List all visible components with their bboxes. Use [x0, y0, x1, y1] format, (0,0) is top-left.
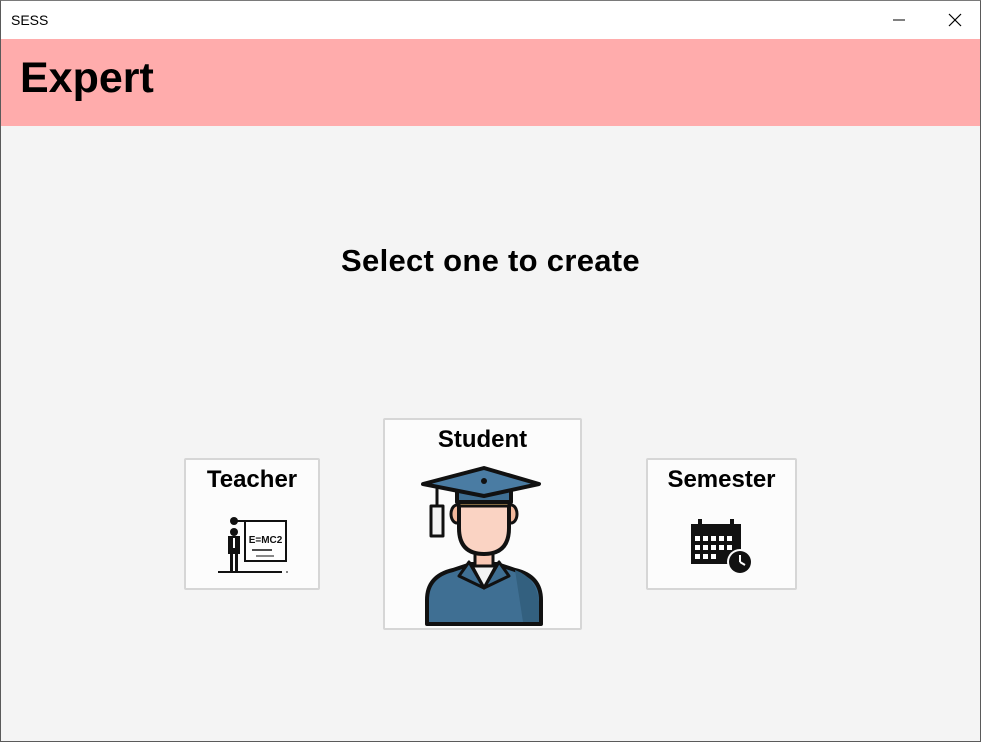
- window-title: SESS: [11, 12, 49, 28]
- close-icon: [948, 13, 962, 27]
- calendar-clock-icon: [691, 519, 753, 575]
- semester-option-button[interactable]: Semester: [646, 458, 797, 590]
- student-option-button[interactable]: Student: [383, 418, 582, 630]
- blackboard-equation: E=MC2: [249, 535, 283, 546]
- student-option-label: Student: [437, 426, 528, 453]
- teacher-blackboard-icon: E=MC2: [218, 517, 288, 573]
- teacher-option-label: Teacher: [206, 466, 298, 493]
- teacher-option-button[interactable]: Teacher E=MC2: [184, 458, 320, 590]
- close-button[interactable]: [932, 1, 978, 39]
- title-bar[interactable]: SESS: [1, 1, 980, 39]
- app-window: SESS Expert Select one to create Teacher…: [0, 0, 981, 742]
- graduate-student-icon: [421, 466, 543, 626]
- minimize-button[interactable]: [876, 1, 922, 39]
- semester-option-label: Semester: [667, 466, 776, 493]
- page-title: Expert: [20, 54, 154, 102]
- minimize-icon: [893, 19, 905, 21]
- page-header: Expert: [1, 39, 980, 126]
- select-prompt: Select one to create: [341, 243, 640, 278]
